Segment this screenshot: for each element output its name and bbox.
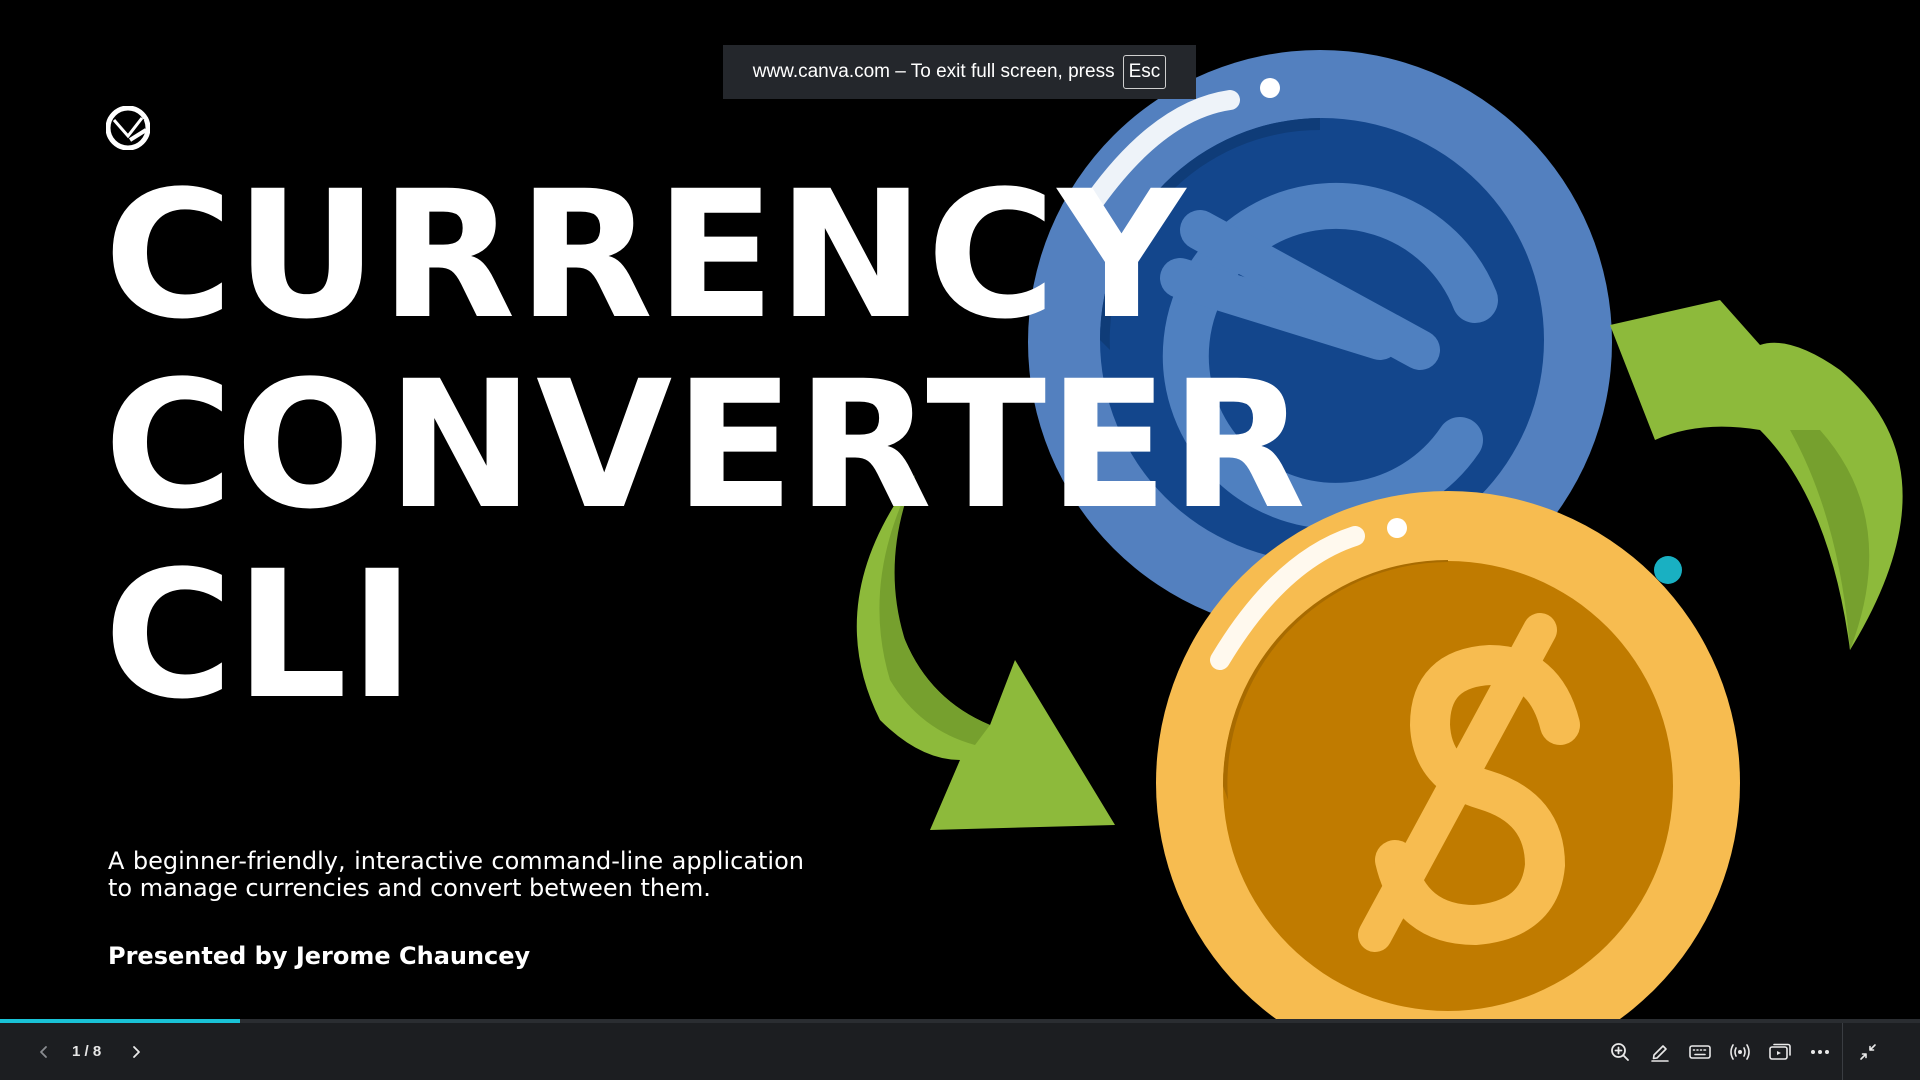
draw-button[interactable]	[1642, 1023, 1678, 1080]
slide-subtitle: A beginner-friendly, interactive command…	[108, 847, 804, 902]
present-icon	[1769, 1043, 1791, 1060]
title-line-1: CURRENCY	[104, 153, 1188, 358]
more-icon	[1811, 1049, 1829, 1054]
more-options-button[interactable]	[1802, 1023, 1838, 1080]
zoom-button[interactable]	[1602, 1023, 1638, 1080]
esc-key-hint: Esc	[1122, 55, 1167, 89]
chevron-left-icon	[40, 1045, 47, 1058]
title-line-3: CLI	[104, 533, 417, 738]
presenter-credit: Presented by Jerome Chauncey	[108, 942, 531, 970]
chevron-right-icon	[133, 1045, 140, 1058]
live-broadcast-button[interactable]	[1722, 1023, 1758, 1080]
controls-divider	[1842, 1023, 1843, 1080]
pointer-dot	[1654, 556, 1682, 584]
presentation-viewer: CURRENCY CONVERTER CLI A beginner-friend…	[0, 0, 1920, 1080]
page-indicator: 1 / 8	[72, 1043, 102, 1060]
slide[interactable]: CURRENCY CONVERTER CLI A beginner-friend…	[0, 0, 1920, 1020]
exit-fullscreen-button[interactable]	[1850, 1023, 1886, 1080]
broadcast-icon	[1730, 1043, 1750, 1060]
presenter-view-button[interactable]	[1762, 1023, 1798, 1080]
exit-fullscreen-icon	[1860, 1043, 1876, 1060]
title-line-2: CONVERTER	[104, 343, 1308, 548]
fullscreen-notice-text: www.canva.com – To exit full screen, pre…	[752, 61, 1115, 82]
fullscreen-notice: www.canva.com – To exit full screen, pre…	[723, 45, 1196, 99]
keyboard-shortcuts-button[interactable]	[1682, 1023, 1718, 1080]
keyboard-icon	[1689, 1044, 1711, 1059]
next-slide-button[interactable]	[120, 1023, 152, 1080]
presentation-controls: 1 / 8	[0, 1023, 1920, 1080]
zoom-icon	[1611, 1042, 1629, 1061]
previous-slide-button[interactable]	[28, 1023, 60, 1080]
pen-icon	[1651, 1044, 1669, 1062]
brand-logo	[106, 106, 150, 150]
